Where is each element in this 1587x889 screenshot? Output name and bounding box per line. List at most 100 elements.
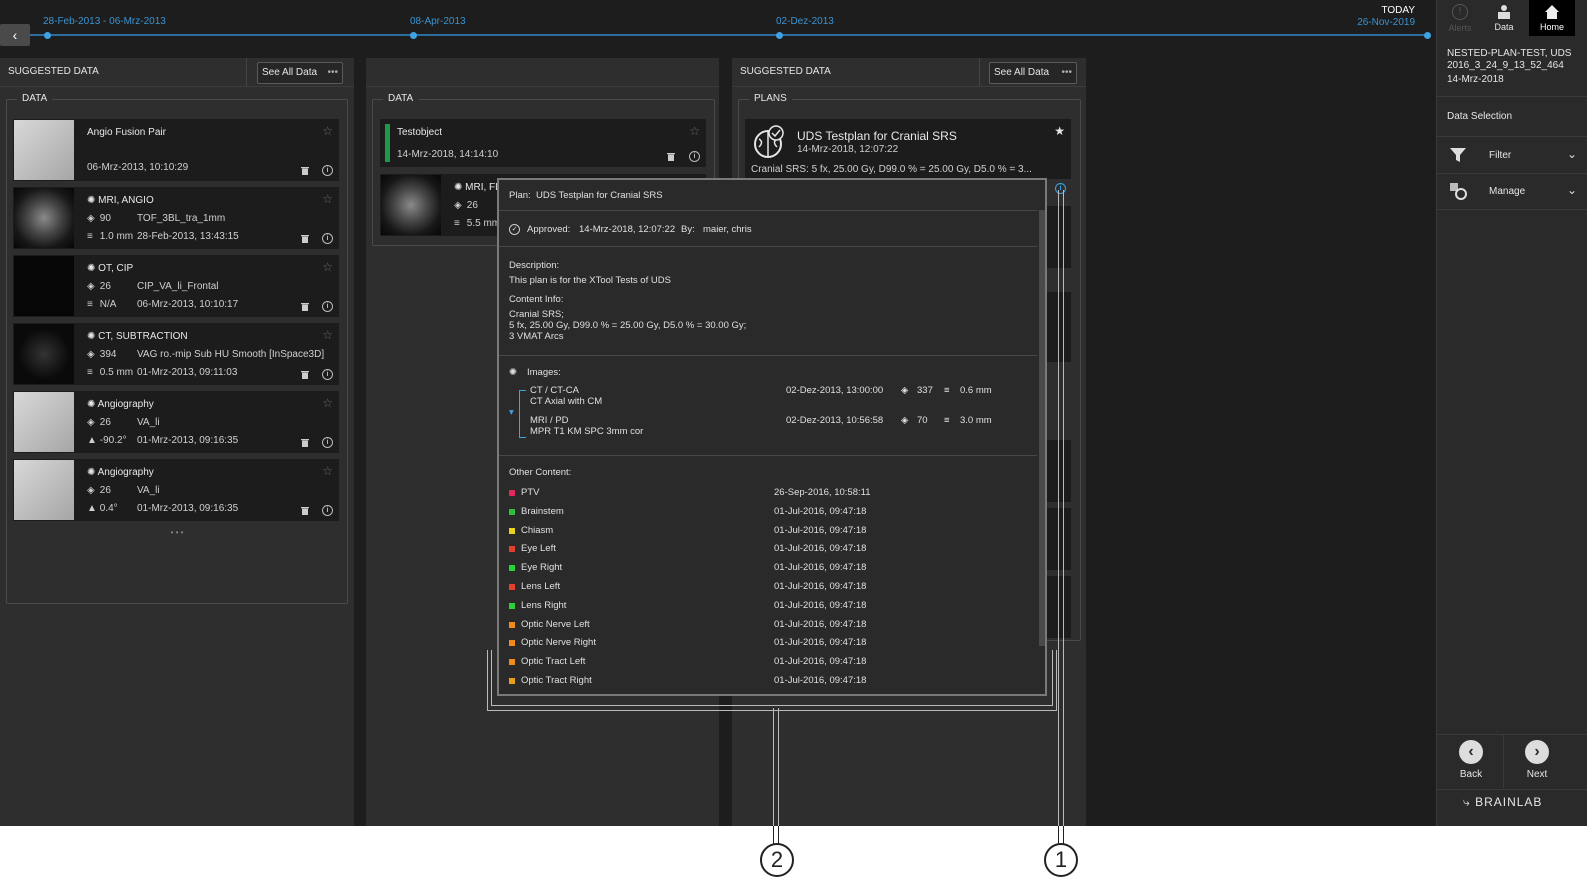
info-icon[interactable]: i — [689, 151, 700, 162]
divider — [1503, 734, 1504, 788]
star-filled-icon[interactable]: ★ — [1054, 124, 1065, 138]
thumbnail-image — [14, 324, 74, 384]
data-card-ot-cip[interactable]: ✺ OT, CIP ◈ 26 CIP_VA_li_Frontal ≡ N/A 0… — [13, 255, 339, 317]
callout-2: 2 — [760, 843, 794, 877]
approved-date: 14-Mrz-2018, 12:07:22 — [579, 224, 676, 235]
slices-icon: ≡ — [944, 385, 950, 396]
card-count: ◈ 26 — [87, 281, 111, 292]
series-icon: ✺ — [87, 331, 99, 342]
trash-icon[interactable] — [301, 234, 309, 243]
timeline-line — [30, 34, 1429, 36]
thumbnail-image — [14, 256, 74, 316]
see-all-data-label: See All Data — [994, 67, 1050, 78]
star-icon[interactable]: ☆ — [322, 192, 333, 206]
app-window: ‹ 28-Feb-2013 - 06-Mrz-2013 08-Apr-2013 … — [0, 0, 1587, 826]
info-icon[interactable]: i — [322, 505, 333, 516]
trash-icon[interactable] — [301, 506, 309, 515]
approved-label: Approved: — [527, 224, 571, 235]
image-1-spacing: 0.6 mm — [960, 385, 992, 396]
thumbnail-image — [14, 120, 74, 180]
image-2-desc: MPR T1 KM SPC 3mm cor — [530, 426, 644, 437]
alerts-button[interactable]: ! Alerts — [1439, 0, 1481, 36]
popup-scrollbar[interactable] — [1039, 210, 1045, 646]
trash-icon[interactable] — [301, 166, 309, 175]
info-icon[interactable]: i — [322, 165, 333, 176]
structure-name: Brainstem — [521, 505, 564, 517]
patient-name: NESTED-PLAN-TEST, UDS — [1447, 48, 1572, 59]
show-more-button[interactable]: • • • — [7, 528, 347, 537]
data-card-angio-fusion[interactable]: Angio Fusion Pair 06-Mrz-2013, 10:10:29 … — [13, 119, 339, 181]
data-card-testobject[interactable]: Testobject 14-Mrz-2018, 14:14:10 ☆ i — [380, 119, 706, 167]
info-icon[interactable]: i — [322, 437, 333, 448]
star-icon[interactable]: ☆ — [689, 124, 700, 138]
home-button[interactable]: Home — [1529, 0, 1575, 36]
right-sidebar: ! Alerts Data Home NESTED-PLAN-TEST, UDS… — [1436, 0, 1587, 826]
back-button[interactable]: ‹ Back — [1449, 740, 1493, 780]
data-card-angiography-2[interactable]: ✺ Angiography ◈ 26 VA_li ▲ 0.4° 01-Mrz-2… — [13, 459, 339, 521]
info-icon[interactable]: i — [322, 301, 333, 312]
see-all-data-label: See All Data — [262, 67, 318, 78]
trash-icon[interactable] — [301, 302, 309, 311]
star-icon[interactable]: ☆ — [322, 124, 333, 138]
by-name: maier, chris — [703, 224, 752, 235]
callout-bracket-inner — [491, 650, 1053, 706]
trash-icon[interactable] — [301, 370, 309, 379]
star-icon[interactable]: ☆ — [322, 328, 333, 342]
fusion-link-icon: ▾ — [509, 407, 514, 418]
data-group: DATA Angio Fusion Pair 06-Mrz-2013, 10:1… — [6, 93, 348, 604]
timeline-point-today[interactable] — [1424, 32, 1431, 39]
card-title: ✺ MRI, ANGIO — [87, 195, 154, 206]
card-spacing: ≡ 5.5 mm — [454, 218, 501, 229]
plan-card[interactable]: UDS Testplan for Cranial SRS 14-Mrz-2018… — [745, 119, 1071, 179]
info-icon[interactable]: i — [322, 233, 333, 244]
card-date: 28-Feb-2013, 13:43:15 — [137, 231, 239, 242]
trash-icon[interactable] — [667, 152, 675, 161]
card-angle: ▲ 0.4° — [87, 503, 118, 514]
more-dots-icon: ••• — [327, 67, 338, 78]
structure-name: Optic Nerve Right — [521, 637, 596, 649]
trash-icon[interactable] — [301, 438, 309, 447]
approval-section: ✓ Approved: 14-Mrz-2018, 12:07:22 By: ma… — [499, 210, 1037, 247]
manage-label: Manage — [1489, 186, 1526, 197]
image-2-date: 02-Dez-2013, 10:56:58 — [786, 415, 884, 426]
brain-plan-icon — [754, 125, 784, 158]
filter-icon — [1450, 148, 1466, 162]
stack-icon: ◈ — [87, 213, 95, 224]
star-icon[interactable]: ☆ — [322, 396, 333, 410]
see-all-data-button[interactable]: See All Data ••• — [989, 62, 1077, 84]
fusion-bracket — [519, 390, 526, 438]
data-card-mri-angio[interactable]: ✺ MRI, ANGIO ◈ 90 TOF_3BL_tra_1mm ≡ 1.0 … — [13, 187, 339, 249]
info-icon[interactable]: i — [322, 369, 333, 380]
data-card-ct-subtraction[interactable]: ✺ CT, SUBTRACTION ◈ 394 VAG ro.-mip Sub … — [13, 323, 339, 385]
home-icon — [1545, 5, 1559, 19]
callout-1: 1 — [1044, 843, 1078, 877]
star-icon[interactable]: ☆ — [322, 464, 333, 478]
structure-color-swatch — [509, 584, 515, 590]
callout-line-2 — [773, 708, 779, 826]
see-all-data-button[interactable]: See All Data ••• — [257, 62, 343, 84]
structure-color-swatch — [509, 565, 515, 572]
timeline-today-label: TODAY — [1381, 5, 1415, 16]
by-label: By: — [681, 224, 695, 235]
next-button[interactable]: › Next — [1515, 740, 1559, 780]
divider — [1437, 789, 1587, 790]
header-divider — [246, 58, 247, 86]
timeline-point-2[interactable] — [410, 32, 417, 39]
card-count: ◈ 394 — [87, 349, 117, 360]
data-selection-label: Data Selection — [1447, 111, 1513, 122]
description-section: Description: This plan is for the XTool … — [499, 246, 1037, 356]
filter-row[interactable]: Filter ⌄ — [1437, 136, 1587, 174]
plan-details-popup: Plan: UDS Testplan for Cranial SRS ✓ App… — [497, 178, 1047, 696]
timeline-point-1[interactable] — [44, 32, 51, 39]
series-icon: ✺ — [87, 195, 99, 206]
star-icon[interactable]: ☆ — [322, 260, 333, 274]
data-card-angiography-1[interactable]: ✺ Angiography ◈ 26 VA_li ▲ -90.2° 01-Mrz… — [13, 391, 339, 453]
timeline-back-button[interactable]: ‹ — [0, 24, 30, 46]
approved-check-icon: ✓ — [509, 224, 520, 235]
chevron-down-icon: ⌄ — [1566, 183, 1577, 197]
card-spacing: ≡ 0.5 mm — [87, 367, 134, 378]
data-button[interactable]: Data — [1483, 0, 1525, 36]
manage-row[interactable]: Manage ⌄ — [1437, 173, 1587, 210]
image-1-desc: CT Axial with CM — [530, 396, 603, 407]
timeline-point-3[interactable] — [776, 32, 783, 39]
